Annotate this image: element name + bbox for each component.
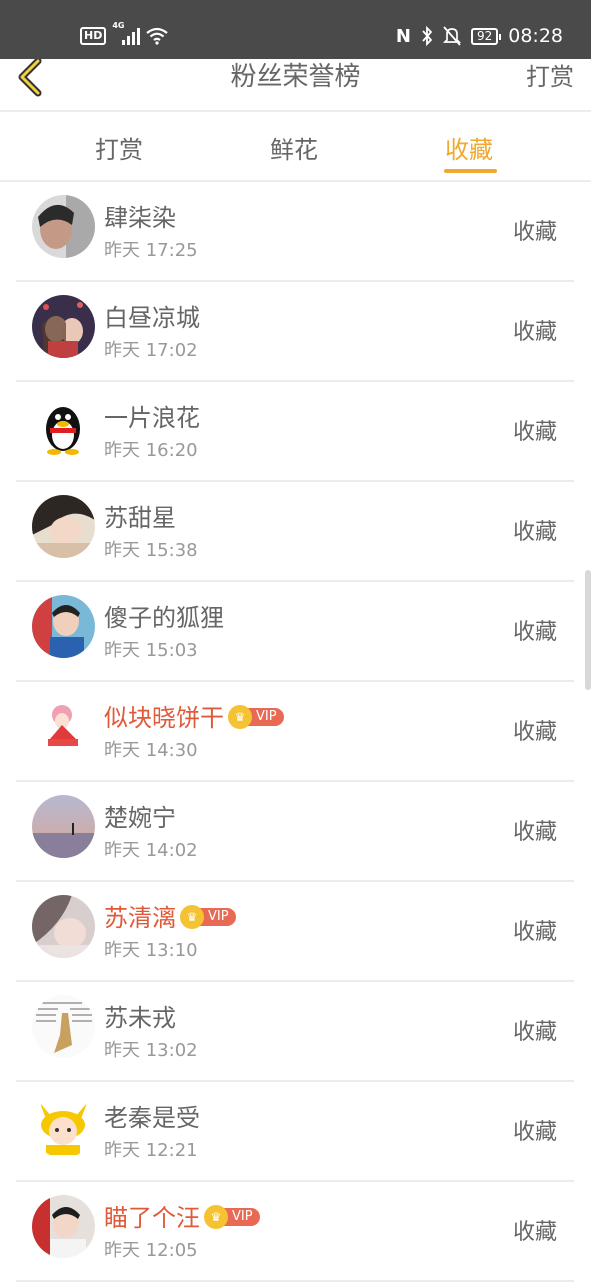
action-label: 收藏 <box>512 420 557 445</box>
avatar[interactable] <box>32 195 95 258</box>
action-label: 收藏 <box>512 820 557 845</box>
action-label: 收藏 <box>512 320 557 345</box>
action-label: 收藏 <box>512 720 557 745</box>
bluetooth-icon <box>422 26 433 46</box>
timestamp: 昨天 14:30 <box>104 740 198 761</box>
list-item[interactable]: 苏甜星 昨天 15:38 收藏 <box>16 482 574 582</box>
vip-badge: ♛ VIP <box>180 905 236 929</box>
user-name: 老秦是受 <box>104 1104 200 1132</box>
crown-icon: ♛ <box>228 705 252 729</box>
user-name: 一片浪花 <box>104 404 200 432</box>
avatar[interactable] <box>32 895 95 958</box>
list-item[interactable]: 瞄了个汪 ♛ VIP 昨天 12:05 收藏 <box>16 1182 574 1282</box>
avatar[interactable] <box>32 795 95 858</box>
status-left: HD 4G <box>80 21 169 50</box>
list-item[interactable]: 似块晓饼干 ♛ VIP 昨天 14:30 收藏 <box>16 682 574 782</box>
timestamp: 昨天 15:38 <box>104 540 198 561</box>
action-label: 收藏 <box>512 1120 557 1145</box>
action-label: 收藏 <box>512 1220 557 1245</box>
nfc-icon: N <box>395 25 411 47</box>
avatar[interactable] <box>32 295 95 358</box>
list-item[interactable]: 傻子的狐狸 昨天 15:03 收藏 <box>16 582 574 682</box>
user-name: 苏甜星 <box>104 504 176 532</box>
crown-icon: ♛ <box>180 905 204 929</box>
timestamp: 昨天 15:03 <box>104 640 198 661</box>
action-label: 收藏 <box>512 220 557 245</box>
crown-icon: ♛ <box>204 1205 228 1229</box>
action-label: 收藏 <box>512 920 557 945</box>
timestamp: 昨天 12:21 <box>104 1140 198 1161</box>
action-label: 收藏 <box>512 1020 557 1045</box>
timestamp: 昨天 13:02 <box>104 1040 198 1061</box>
list-item[interactable]: 楚婉宁 昨天 14:02 收藏 <box>16 782 574 882</box>
list-item[interactable]: 苏清漓 ♛ VIP 昨天 13:10 收藏 <box>16 882 574 982</box>
vip-badge: ♛ VIP <box>204 1205 260 1229</box>
user-name: 肆柒染 <box>104 204 176 232</box>
hd-badge: HD <box>80 27 107 45</box>
avatar[interactable] <box>32 695 95 758</box>
battery-icon: 92 <box>470 27 502 45</box>
action-label: 收藏 <box>512 620 557 645</box>
avatar[interactable] <box>32 1095 95 1158</box>
user-name: 楚婉宁 <box>104 804 176 832</box>
active-tab-indicator <box>444 169 497 173</box>
action-label: 收藏 <box>512 520 557 545</box>
vip-badge: ♛ VIP <box>228 705 284 729</box>
mute-bell-icon <box>442 26 461 46</box>
list-item[interactable]: 白昼凉城 昨天 17:02 收藏 <box>16 282 574 382</box>
user-name: 傻子的狐狸 <box>104 604 224 632</box>
avatar[interactable] <box>32 995 95 1058</box>
user-name: 白昼凉城 <box>104 304 200 332</box>
timestamp: 昨天 16:20 <box>104 440 198 461</box>
user-name-vip: 苏清漓 ♛ VIP <box>104 898 236 933</box>
timestamp: 昨天 17:02 <box>104 340 198 361</box>
avatar[interactable] <box>32 495 95 558</box>
clock: 08:28 <box>508 25 563 47</box>
cellular-signal-icon: 4G <box>112 21 141 45</box>
fan-list: 肆柒染 昨天 17:25 收藏 白昼凉城 昨天 17:02 收藏 一片浪花 昨天… <box>0 182 591 1282</box>
list-item[interactable]: 一片浪花 昨天 16:20 收藏 <box>16 382 574 482</box>
status-right: N 92 08:28 <box>396 20 563 52</box>
user-name-vip: 似块晓饼干 ♛ VIP <box>104 698 284 733</box>
user-name-text: 似块晓饼干 <box>104 704 224 732</box>
list-item[interactable]: 老秦是受 昨天 12:21 收藏 <box>16 1082 574 1182</box>
tab-bar: 打赏 鲜花 收藏 <box>0 112 591 180</box>
nav-header: 粉丝荣誉榜 打赏 <box>0 59 591 110</box>
tab-flowers[interactable]: 鲜花 <box>270 130 318 165</box>
network-type-label: 4G <box>112 21 125 30</box>
user-name-vip: 瞄了个汪 ♛ VIP <box>104 1198 260 1233</box>
timestamp: 昨天 17:25 <box>104 240 198 261</box>
list-item[interactable]: 苏未戎 昨天 13:02 收藏 <box>16 982 574 1082</box>
timestamp: 昨天 12:05 <box>104 1240 198 1261</box>
wifi-icon <box>146 27 169 45</box>
avatar[interactable] <box>32 1195 95 1258</box>
user-name-text: 苏清漓 <box>104 904 176 932</box>
user-name-text: 瞄了个汪 <box>104 1204 200 1232</box>
tip-button[interactable]: 打赏 <box>526 59 574 95</box>
list-item[interactable]: 肆柒染 昨天 17:25 收藏 <box>16 182 574 282</box>
tab-tip[interactable]: 打赏 <box>95 130 143 165</box>
scrollbar[interactable] <box>585 570 591 690</box>
status-bar: HD 4G N 92 08:28 <box>0 0 591 59</box>
timestamp: 昨天 14:02 <box>104 840 198 861</box>
page-title: 粉丝荣誉榜 <box>230 62 361 92</box>
tab-favorites[interactable]: 收藏 <box>445 130 493 165</box>
timestamp: 昨天 13:10 <box>104 940 198 961</box>
avatar[interactable] <box>32 595 95 658</box>
avatar[interactable] <box>32 395 95 458</box>
user-name: 苏未戎 <box>104 1004 176 1032</box>
